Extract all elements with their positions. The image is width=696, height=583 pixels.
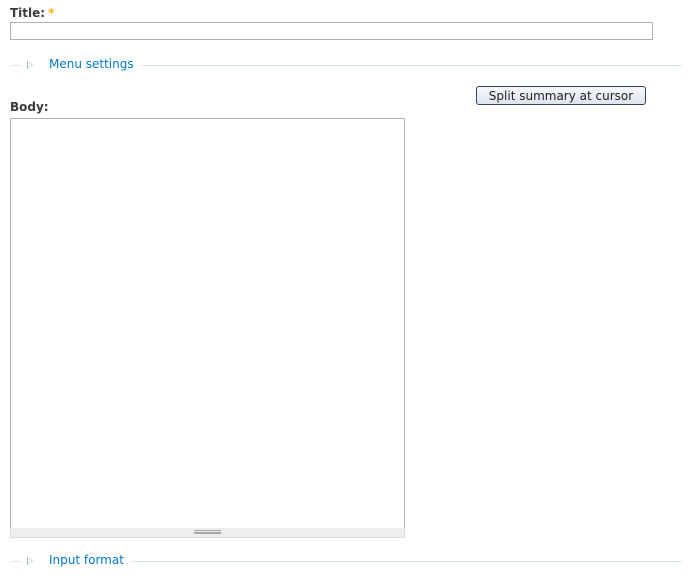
- body-label: Body:: [10, 100, 49, 114]
- title-label-text: Title:: [10, 6, 46, 20]
- title-input[interactable]: [10, 22, 653, 40]
- collapsed-arrow-icon[interactable]: [27, 61, 33, 69]
- body-textarea[interactable]: [10, 118, 405, 529]
- input-format-fieldset: Input format: [10, 553, 682, 568]
- fieldset-border-right: [141, 65, 682, 66]
- menu-settings-toggle[interactable]: Menu settings: [49, 57, 138, 71]
- fieldset-border-right: [131, 561, 682, 562]
- required-marker: *: [48, 6, 55, 20]
- split-summary-button[interactable]: Split summary at cursor: [476, 86, 646, 105]
- resize-grip-icon: [194, 530, 221, 534]
- title-label: Title: *: [10, 6, 54, 20]
- fieldset-border-left: [10, 561, 22, 562]
- textarea-resize-handle[interactable]: [10, 528, 405, 538]
- input-format-toggle[interactable]: Input format: [49, 553, 128, 567]
- menu-settings-fieldset: Menu settings: [10, 57, 682, 72]
- collapsed-arrow-icon[interactable]: [27, 557, 33, 565]
- fieldset-border-left: [10, 65, 22, 66]
- node-edit-form: Title: * Menu settings Split summary at c…: [0, 0, 696, 583]
